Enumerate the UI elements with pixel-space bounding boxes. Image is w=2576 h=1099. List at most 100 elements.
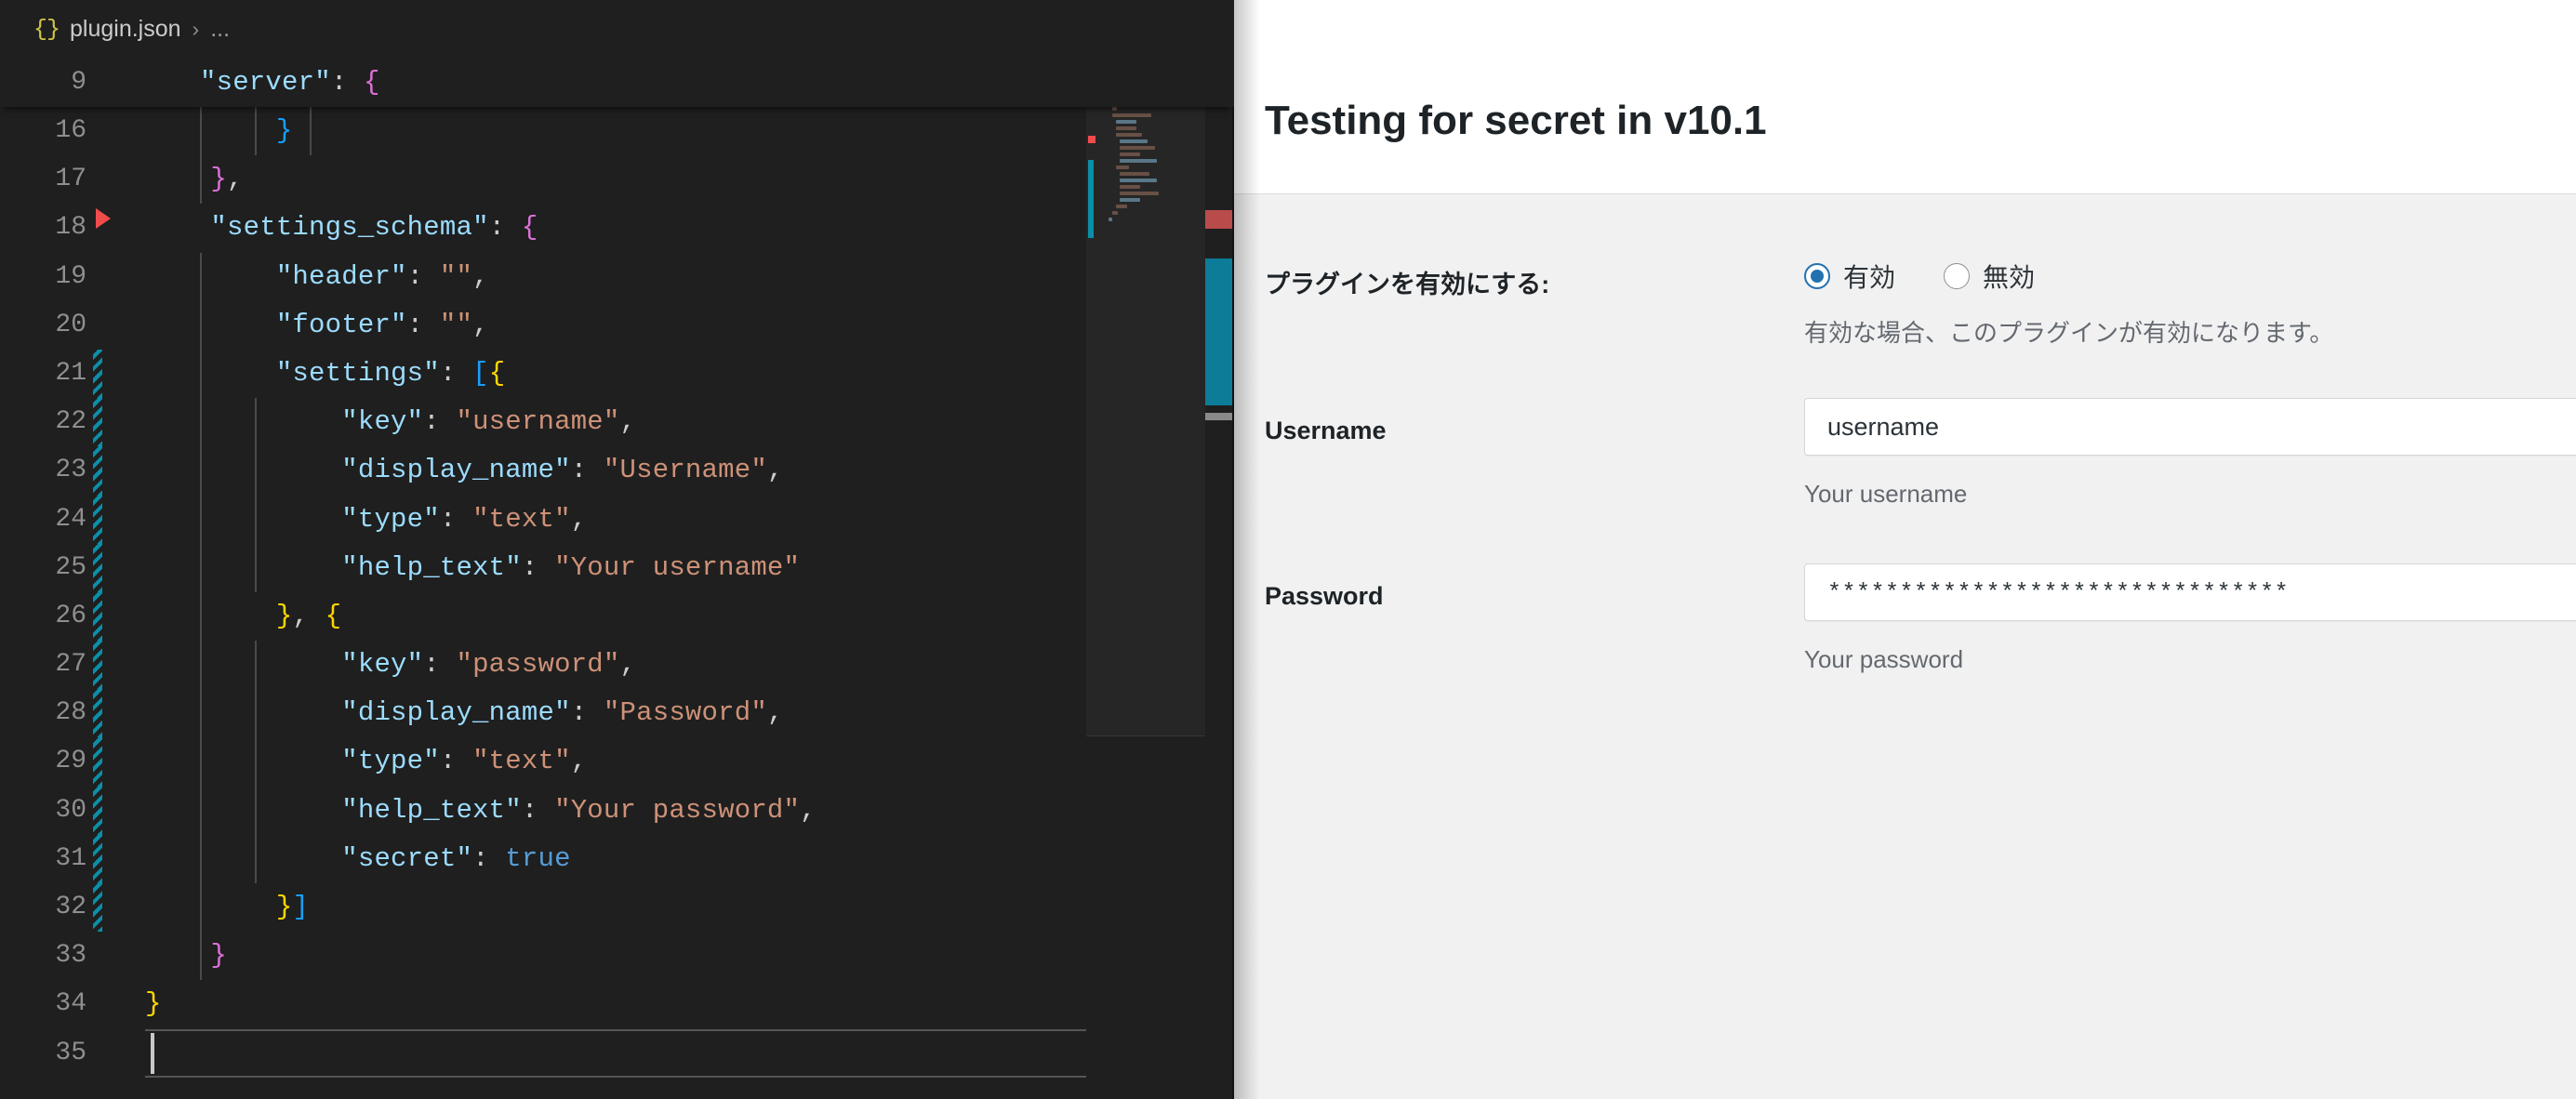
git-change-gutter-marker[interactable] xyxy=(93,591,102,642)
radio-disabled-label[interactable]: 無効 xyxy=(1983,258,2035,295)
code-line[interactable]: 27 "key": "password", xyxy=(0,641,1234,690)
minimap-line xyxy=(1120,139,1148,143)
code-editor[interactable]: {} plugin.json › ... 9 "server": { 16 } 1… xyxy=(0,0,1234,1099)
line-number: 26 xyxy=(55,601,86,630)
code-text: "secret": true xyxy=(341,842,571,874)
password-help-text: Your password xyxy=(1804,645,1964,673)
code-line[interactable]: 16 } xyxy=(0,107,1234,156)
field-label-password: Password xyxy=(1265,582,1384,610)
minimap-line xyxy=(1120,179,1157,182)
code-line[interactable]: 32 }] xyxy=(0,883,1234,933)
enable-plugin-radio-group[interactable]: 有効 無効 xyxy=(1804,258,2083,295)
breadcrumb[interactable]: {} plugin.json › ... xyxy=(0,0,1234,58)
code-line[interactable]: 26 }, { xyxy=(0,591,1234,642)
git-change-gutter-marker[interactable] xyxy=(93,834,102,883)
username-input[interactable]: username xyxy=(1804,398,2576,456)
code-text: "type": "text", xyxy=(341,503,588,535)
code-line[interactable]: 22 "key": "username", xyxy=(0,398,1234,447)
sticky-line-code: "server": { xyxy=(200,67,380,98)
code-text: "header": "", xyxy=(275,260,489,292)
code-line[interactable]: 33 } xyxy=(0,932,1234,981)
line-number: 21 xyxy=(55,358,86,388)
git-change-gutter-marker[interactable] xyxy=(93,543,102,592)
code-text: } xyxy=(210,940,228,972)
line-number: 23 xyxy=(55,456,86,485)
code-line[interactable]: 24 "type": "text", xyxy=(0,495,1234,544)
code-line[interactable]: 17 }, xyxy=(0,155,1234,205)
minimap-line xyxy=(1112,107,1117,111)
code-text: "key": "username", xyxy=(341,406,637,438)
code-line[interactable]: 20 "footer": "", xyxy=(0,300,1234,350)
breadcrumb-file-name[interactable]: plugin.json xyxy=(70,16,181,43)
line-number: 28 xyxy=(55,698,86,728)
ruler-change-marker xyxy=(1205,258,1234,405)
git-change-gutter-marker[interactable] xyxy=(93,689,102,738)
sticky-scroll-line[interactable]: 9 "server": { xyxy=(0,58,1234,107)
page-title: Testing for secret in v10.1 xyxy=(1265,98,1767,143)
radio-enabled-label[interactable]: 有効 xyxy=(1843,258,1895,295)
code-line[interactable]: 18 "settings_schema": { xyxy=(0,204,1234,252)
git-change-gutter-marker[interactable] xyxy=(93,737,102,787)
minimap-line xyxy=(1116,126,1136,130)
minimap-line xyxy=(1120,198,1140,202)
minimap[interactable] xyxy=(1086,0,1205,1099)
radio-disabled[interactable] xyxy=(1944,263,1971,289)
git-change-gutter-marker[interactable] xyxy=(93,495,102,544)
code-line[interactable]: 19 "header": "", xyxy=(0,252,1234,301)
line-number: 24 xyxy=(55,504,86,534)
git-change-gutter-marker[interactable] xyxy=(93,786,102,835)
minimap-line xyxy=(1120,159,1157,163)
line-number: 32 xyxy=(55,893,86,921)
git-change-gutter-marker[interactable] xyxy=(93,398,102,447)
radio-enabled[interactable] xyxy=(1804,263,1830,289)
ruler-cursor-marker xyxy=(1205,413,1234,420)
git-change-gutter-marker[interactable] xyxy=(93,883,102,933)
line-number: 30 xyxy=(55,795,86,825)
git-change-gutter-marker[interactable] xyxy=(93,349,102,399)
code-line[interactable]: 30 "help_text": "Your password", xyxy=(0,786,1234,835)
json-braces-icon: {} xyxy=(33,15,60,43)
code-line[interactable]: 31 "secret": true xyxy=(0,834,1234,883)
code-line[interactable]: 28 "display_name": "Password", xyxy=(0,689,1234,738)
password-input[interactable]: ******************************** xyxy=(1804,563,2576,621)
breadcrumb-ellipsis[interactable]: ... xyxy=(210,16,230,43)
error-marker-icon[interactable] xyxy=(96,208,111,230)
line-number: 25 xyxy=(55,552,86,582)
overview-ruler[interactable] xyxy=(1205,0,1234,1099)
minimap-line xyxy=(1116,120,1136,124)
code-text: "help_text": "Your username" xyxy=(341,551,801,583)
line-number: 29 xyxy=(55,747,86,776)
minimap-line xyxy=(1120,185,1140,189)
minimap-line xyxy=(1112,211,1118,215)
code-text: "type": "text", xyxy=(341,746,588,777)
minimap-line xyxy=(1120,146,1155,150)
settings-panel[interactable]: Testing for secret in v10.1 プラグインを有効にする:… xyxy=(1234,0,2576,1099)
minimap-line xyxy=(1116,133,1142,137)
minimap-line xyxy=(1112,113,1151,117)
code-text: "help_text": "Your password", xyxy=(341,794,817,826)
code-line[interactable]: 23 "display_name": "Username", xyxy=(0,446,1234,496)
git-change-gutter-marker[interactable] xyxy=(93,641,102,690)
line-number: 20 xyxy=(55,310,86,339)
git-change-gutter-marker[interactable] xyxy=(93,446,102,496)
minimap-line xyxy=(1120,192,1159,195)
code-text: "footer": "", xyxy=(275,309,489,340)
code-line[interactable]: 25 "help_text": "Your username" xyxy=(0,543,1234,592)
username-help-text: Your username xyxy=(1804,480,1968,508)
enable-plugin-help-text: 有効な場合、このプラグインが有効になります。 xyxy=(1804,319,2334,347)
field-label-enable-plugin: プラグインを有効にする: xyxy=(1265,271,1550,298)
field-label-username: Username xyxy=(1265,417,1387,444)
line-number: 22 xyxy=(55,407,86,437)
code-line[interactable]: 21 "settings": [{ xyxy=(0,349,1234,399)
indent-guide xyxy=(310,107,312,156)
panel-header: Testing for secret in v10.1 xyxy=(1234,0,2576,194)
minimap-error-marker xyxy=(1088,136,1095,143)
line-number: 19 xyxy=(55,261,86,291)
code-line[interactable]: 34} xyxy=(0,980,1234,1028)
code-text: }] xyxy=(275,892,310,922)
ruler-error-marker xyxy=(1205,210,1234,229)
code-line[interactable]: 35 xyxy=(0,1028,1234,1078)
code-line[interactable]: 29 "type": "text", xyxy=(0,737,1234,787)
code-lines[interactable]: 16 } 17 }, 18 "settings_schema": {19 "head… xyxy=(0,107,1234,1099)
line-number: 33 xyxy=(55,941,86,971)
